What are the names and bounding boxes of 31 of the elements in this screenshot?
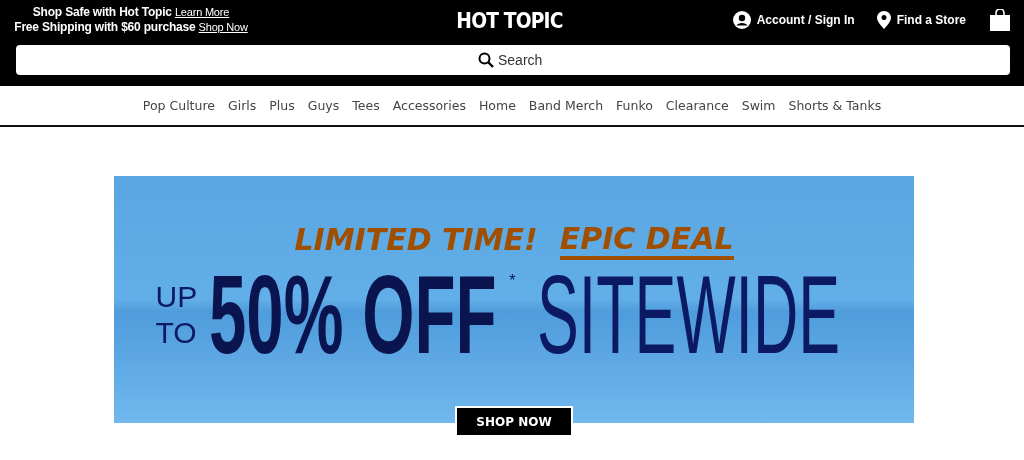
nav-link[interactable]: Band Merch bbox=[528, 98, 604, 113]
nav-link[interactable]: Shorts & Tanks bbox=[788, 98, 882, 113]
nav-link[interactable]: Girls bbox=[228, 98, 257, 113]
store-link[interactable]: Find a Store bbox=[876, 11, 966, 29]
nav-link[interactable]: Accessories bbox=[392, 98, 466, 113]
shop-now-button[interactable]: SHOP NOW bbox=[455, 406, 573, 437]
promo-text: Shop Safe with Hot Topic bbox=[32, 5, 172, 19]
banner-highlight: EPIC DEAL bbox=[559, 222, 734, 260]
nav-link[interactable]: Swim bbox=[741, 98, 776, 113]
nav-link[interactable]: Guys bbox=[307, 98, 340, 113]
site-logo[interactable]: HOT TOPIC bbox=[456, 7, 563, 33]
map-pin-icon bbox=[876, 11, 891, 29]
nav-link[interactable]: Clearance bbox=[665, 98, 729, 113]
banner-prefix: UP bbox=[155, 279, 198, 315]
promo-link[interactable]: Shop Now bbox=[198, 21, 248, 33]
nav-link[interactable]: Home bbox=[478, 98, 516, 113]
banner-scope: SITEWIDE bbox=[537, 272, 841, 358]
nav-link[interactable]: Tees bbox=[352, 98, 380, 113]
banner-discount: 50% OFF bbox=[209, 272, 497, 358]
nav-link[interactable]: Plus bbox=[269, 98, 295, 113]
promo-link[interactable]: Learn More bbox=[174, 6, 230, 18]
search-icon bbox=[478, 52, 494, 68]
user-icon bbox=[732, 11, 751, 29]
shopping-bag-icon[interactable] bbox=[990, 9, 1010, 31]
nav-link[interactable]: Funko bbox=[616, 98, 653, 113]
promo-text: Free Shipping with $60 purchase bbox=[14, 20, 196, 34]
nav-link[interactable]: Pop Culture bbox=[142, 98, 215, 113]
banner-headline: LIMITED TIME! bbox=[294, 222, 538, 259]
footnote-mark: * bbox=[509, 272, 516, 290]
banner-prefix: TO bbox=[155, 315, 198, 351]
account-link[interactable]: Account / Sign In bbox=[732, 11, 855, 29]
